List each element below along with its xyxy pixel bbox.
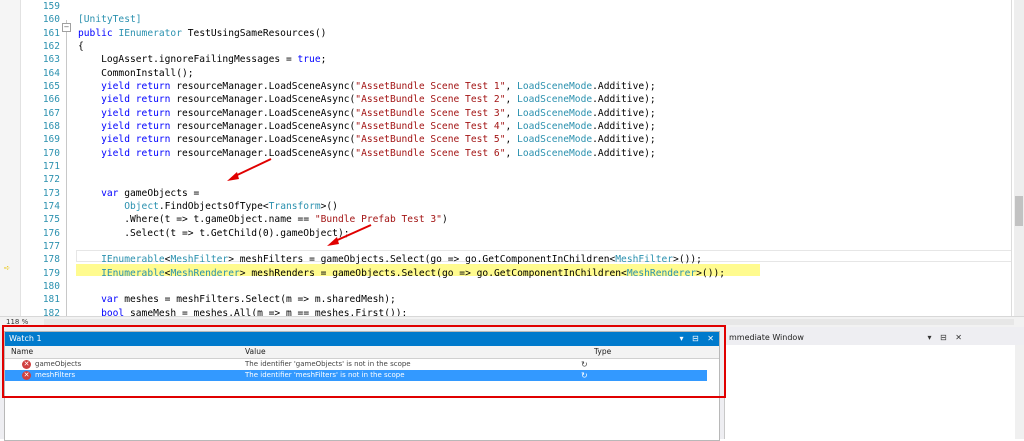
line-number: 177 [42, 240, 60, 252]
immediate-title-bar[interactable]: mmediate Window ▾ ⊟ ✕ [725, 331, 1024, 345]
current-statement-arrow-icon: ➪ [4, 263, 11, 274]
line-number: 163 [42, 54, 60, 66]
line-number: 160 [42, 14, 60, 26]
annotation-highlight-box [2, 325, 726, 398]
line-number: 172 [42, 174, 60, 186]
line-number: 175 [42, 214, 60, 226]
code-line[interactable]: .Select(t => t.GetChild(0).gameObject); [78, 227, 349, 240]
fold-guide [66, 20, 67, 316]
code-line[interactable]: [UnityTest] [78, 13, 142, 26]
line-number: 166 [42, 94, 60, 106]
line-number: 167 [42, 107, 60, 119]
line-number: 176 [42, 227, 60, 239]
line-numbers: 159 160 161 162 163 164 165 166 167 168 169 170 171 1… [20, 0, 60, 316]
code-line[interactable]: bool sameMesh = meshes.All(m => m == mes… [78, 307, 407, 316]
immediate-title: mmediate Window [729, 333, 804, 342]
line-number: 182 [42, 307, 60, 316]
code-line[interactable]: CommonInstall(); [78, 67, 193, 80]
line-number: 169 [42, 134, 60, 146]
vertical-scrollbar-thumb[interactable] [1015, 196, 1023, 226]
line-number: 170 [42, 147, 60, 159]
code-line[interactable]: yield return resourceManager.LoadSceneAs… [78, 120, 656, 133]
immediate-window[interactable]: mmediate Window ▾ ⊟ ✕ [724, 331, 1024, 439]
code-line[interactable]: public IEnumerator TestUsingSameResource… [78, 27, 326, 40]
line-number: 181 [42, 294, 60, 306]
line-number: 179 [42, 267, 60, 279]
annotation-arrow-icon [327, 224, 372, 246]
line-number: 164 [42, 67, 60, 79]
code-line[interactable]: yield return resourceManager.LoadSceneAs… [78, 147, 656, 160]
code-line[interactable]: yield return resourceManager.LoadSceneAs… [78, 107, 656, 120]
line-number: 161 [42, 27, 60, 39]
collapse-method-icon[interactable]: − [62, 23, 71, 32]
line-number: 159 [42, 1, 60, 12]
code-line[interactable]: Object.FindObjectsOfType<Transform>() [78, 200, 338, 213]
code-line[interactable]: LogAssert.ignoreFailingMessages = true; [78, 53, 326, 66]
code-line[interactable]: .Where(t => t.gameObject.name == "Bundle… [78, 213, 448, 226]
code-line[interactable]: IEnumerable<MeshRenderer> meshRenders = … [78, 267, 725, 280]
code-editor[interactable]: 159 160 161 162 163 164 165 166 167 168 169 170 171 1… [0, 0, 1024, 316]
immediate-scrollbar[interactable] [1015, 345, 1024, 439]
code-line[interactable]: var meshes = meshFilters.Select(m => m.s… [78, 293, 396, 306]
line-number: 173 [42, 187, 60, 199]
vertical-scrollbar[interactable] [1014, 0, 1024, 316]
code-line[interactable]: yield return resourceManager.LoadSceneAs… [78, 93, 656, 106]
code-line[interactable]: yield return resourceManager.LoadSceneAs… [78, 133, 656, 146]
code-line[interactable]: { [78, 40, 84, 53]
line-number: 174 [42, 200, 60, 212]
annotation-arrow-icon [227, 158, 272, 181]
line-number: 162 [42, 40, 60, 52]
code-line[interactable]: yield return resourceManager.LoadSceneAs… [78, 80, 656, 93]
line-number: 168 [42, 120, 60, 132]
line-number: 171 [42, 160, 60, 172]
editor-guide [1011, 0, 1012, 316]
line-number: 165 [42, 80, 60, 92]
code-line[interactable]: var gameObjects = [78, 187, 199, 200]
line-number: 178 [42, 254, 60, 266]
window-buttons[interactable]: ▾ ⊟ ✕ [927, 331, 965, 345]
line-number: 180 [42, 280, 60, 292]
code-line[interactable]: IEnumerable<MeshFilter> meshFilters = ga… [78, 253, 702, 266]
